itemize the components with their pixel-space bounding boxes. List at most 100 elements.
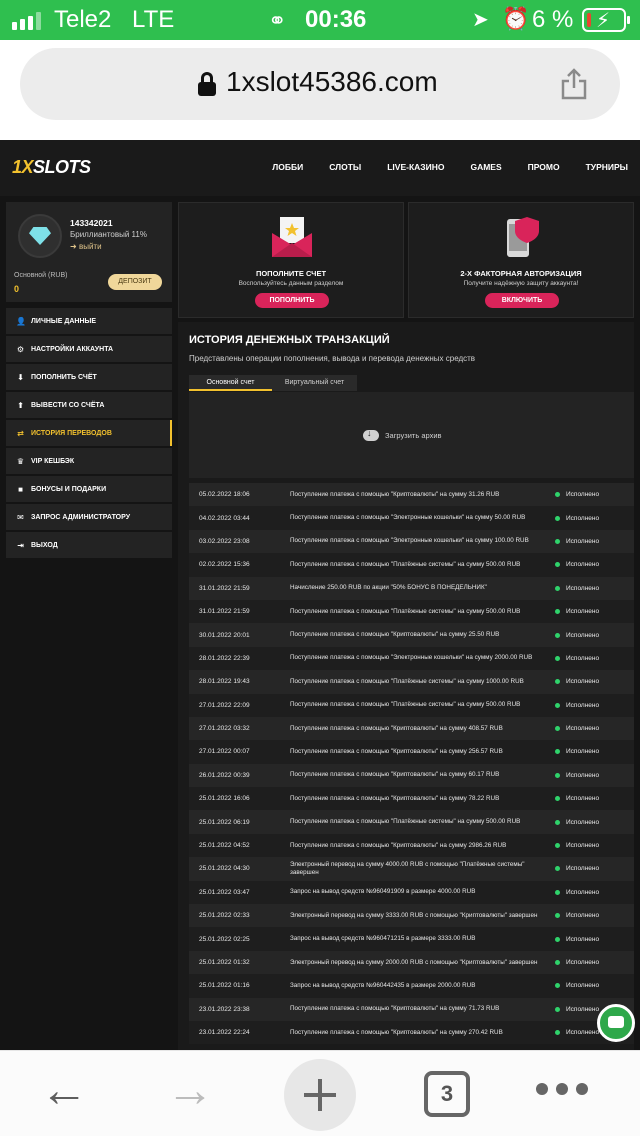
status-dot-icon	[555, 655, 560, 661]
table-row: 05.02.2022 18:06 Поступление платежа с по…	[189, 483, 634, 507]
site-logo[interactable]: 1XSLOTS	[12, 157, 91, 178]
ios-status-bar: Tele2 LTE ⚭ 00:36 ➤ ⏰ 6 % ⚡	[0, 0, 640, 40]
balance-value: 0	[14, 284, 20, 294]
share-icon[interactable]	[560, 68, 588, 100]
status-dot-icon	[555, 796, 560, 802]
user-id: 143342021	[70, 218, 113, 228]
table-row: 25.01.2022 04:30 Электронный перевод на с…	[189, 857, 634, 881]
transaction-status: Исполнено	[555, 506, 599, 529]
transaction-description: Поступление платежа с помощью "Платёжные…	[290, 677, 524, 685]
table-row: 25.01.2022 02:25 Запрос на вывод средств …	[189, 927, 634, 951]
transaction-description: Поступление платежа с помощью "Электронн…	[290, 654, 533, 662]
transaction-description: Поступление платежа с помощью "Криптовал…	[290, 771, 500, 779]
table-row: 27.01.2022 00:07 Поступление платежа с по…	[189, 740, 634, 764]
menu-item-admin-request[interactable]: ✉ ЗАПРОС АДМИНИСТРАТОРУ	[6, 504, 172, 530]
nav-live-casino[interactable]: LIVE-КАЗИНО	[387, 162, 444, 172]
menu-item-personal-data[interactable]: 👤 ЛИЧНЫЕ ДАННЫЕ	[6, 308, 172, 334]
hotspot-link-icon: ⚭	[268, 8, 287, 33]
download-icon: ⬇	[17, 372, 24, 382]
nav-tournaments[interactable]: ТУРНИРЫ	[586, 162, 628, 172]
site-header: 1XSLOTS ЛОББИ СЛОТЫ LIVE-КАЗИНО GAMES ПР…	[0, 140, 640, 196]
transaction-date: 30.01.2022 20:01	[199, 631, 250, 639]
menu-item-transfer-history[interactable]: ⇄ ИСТОРИЯ ПЕРЕВОДОВ	[6, 420, 172, 446]
crown-icon: ♛	[16, 456, 25, 466]
table-row: 23.01.2022 23:38 Поступление платежа с по…	[189, 997, 634, 1021]
transaction-description: Поступление платежа с помощью "Криптовал…	[290, 490, 500, 498]
transaction-status: Исполнено	[555, 881, 599, 904]
support-chat-button[interactable]	[597, 1004, 635, 1042]
logout-link[interactable]: ➜ выйти	[70, 242, 102, 251]
table-row: 25.01.2022 03:47 Запрос на вывод средств …	[189, 880, 634, 905]
status-dot-icon	[555, 1006, 560, 1012]
nav-games[interactable]: GAMES	[470, 162, 501, 172]
transaction-status: Исполнено	[555, 740, 599, 763]
transaction-status: Исполнено	[555, 553, 599, 576]
nav-lobby[interactable]: ЛОББИ	[272, 162, 303, 172]
deposit-button[interactable]: ДЕПОЗИТ	[108, 274, 162, 290]
transaction-list: 05.02.2022 18:06 Поступление платежа с по…	[189, 483, 634, 1045]
transaction-status: Исполнено	[555, 764, 599, 787]
tab-virtual-account[interactable]: Виртуальный счет	[272, 375, 357, 391]
status-dot-icon	[555, 1030, 560, 1036]
url-text[interactable]: 1xslot45386.com	[226, 66, 438, 98]
status-dot-icon	[555, 843, 560, 849]
transaction-description: Запрос на вывод средств №960442435 в раз…	[290, 981, 476, 989]
transaction-status: Исполнено	[555, 483, 599, 506]
tabs-button[interactable]: 3	[424, 1071, 470, 1117]
forward-arrow-icon[interactable]: →	[166, 1067, 214, 1115]
download-archive-button[interactable]: Загрузить архив	[363, 428, 442, 441]
table-row: 28.01.2022 22:39 Поступление платежа с по…	[189, 646, 634, 671]
user-plus-icon: 👤	[16, 316, 26, 326]
transaction-date: 23.01.2022 23:38	[199, 1005, 250, 1013]
transaction-status: Исполнено	[555, 951, 599, 974]
transaction-status: Исполнено	[555, 857, 599, 880]
twofa-card: 2-Х ФАКТОРНАЯ АВТОРИЗАЦИЯ Получите надёж…	[408, 202, 634, 318]
back-arrow-icon[interactable]: ←	[40, 1067, 88, 1115]
browser-top-bar: 1xslot45386.com	[0, 40, 640, 140]
menu-item-exit[interactable]: ⇥ ВЫХОД	[6, 532, 172, 558]
enable-twofa-button[interactable]: ВКЛЮЧИТЬ	[485, 293, 559, 308]
status-dot-icon	[555, 866, 560, 872]
transaction-status: Исполнено	[555, 647, 599, 670]
status-dot-icon	[555, 585, 560, 591]
account-menu: 👤 ЛИЧНЫЕ ДАННЫЕ ⚙ НАСТРОЙКИ АККАУНТА ⬇ ПОПО…	[6, 308, 172, 560]
transaction-status: Исполнено	[555, 974, 599, 997]
menu-item-vip-cashback[interactable]: ♛ VIP КЕШБЭК	[6, 448, 172, 474]
transaction-description: Начисление 250.00 RUB по акции "50% БОНУ…	[290, 584, 487, 592]
transaction-date: 25.01.2022 04:30	[199, 865, 250, 873]
transaction-description: Поступление платежа с помощью "Электронн…	[290, 514, 526, 522]
more-icon[interactable]	[536, 1083, 588, 1095]
transaction-date: 28.01.2022 22:39	[199, 654, 250, 662]
table-row: 25.01.2022 02:33 Электронный перевод на с…	[189, 904, 634, 928]
status-dot-icon	[555, 609, 560, 615]
transaction-status: Исполнено	[555, 834, 599, 857]
transaction-status: Исполнено	[555, 717, 599, 740]
status-dot-icon	[555, 702, 560, 708]
battery-percent: 6 %	[532, 6, 574, 33]
address-bar[interactable]: 1xslot45386.com	[20, 48, 620, 120]
status-dot-icon	[555, 983, 560, 989]
transaction-date: 26.01.2022 00:39	[199, 771, 250, 779]
nav-slots[interactable]: СЛОТЫ	[329, 162, 361, 172]
transaction-description: Электронный перевод на сумму 2000.00 RUB…	[290, 958, 538, 966]
transaction-status: Исполнено	[555, 998, 599, 1021]
table-row: 31.01.2022 21:59 Поступление платежа с по…	[189, 599, 634, 624]
new-tab-button[interactable]	[284, 1059, 356, 1131]
topup-button[interactable]: ПОПОЛНИТЬ	[255, 293, 329, 308]
chat-icon	[608, 1016, 624, 1028]
transaction-description: Поступление платежа с помощью "Криптовал…	[290, 794, 500, 802]
menu-item-withdraw[interactable]: ⬆ ВЫВЕСТИ СО СЧЁТА	[6, 392, 172, 418]
menu-item-deposit[interactable]: ⬇ ПОПОЛНИТЬ СЧЁТ	[6, 364, 172, 390]
transaction-date: 25.01.2022 06:19	[199, 818, 250, 826]
table-row: 27.01.2022 03:32 Поступление платежа с по…	[189, 716, 634, 741]
nav-promo[interactable]: ПРОМО	[528, 162, 560, 172]
transaction-date: 03.02.2022 23:08	[199, 537, 250, 545]
transaction-description: Запрос на вывод средств №960471215 в раз…	[290, 935, 476, 943]
menu-item-bonuses[interactable]: ■ БОНУСЫ И ПОДАРКИ	[6, 476, 172, 502]
status-dot-icon	[555, 562, 560, 568]
menu-item-account-settings[interactable]: ⚙ НАСТРОЙКИ АККАУНТА	[6, 336, 172, 362]
transaction-description: Поступление платежа с помощью "Криптовал…	[290, 631, 500, 639]
tab-main-account[interactable]: Основной счет	[189, 375, 272, 391]
status-dot-icon	[555, 515, 560, 521]
carrier-name: Tele2	[54, 6, 112, 33]
